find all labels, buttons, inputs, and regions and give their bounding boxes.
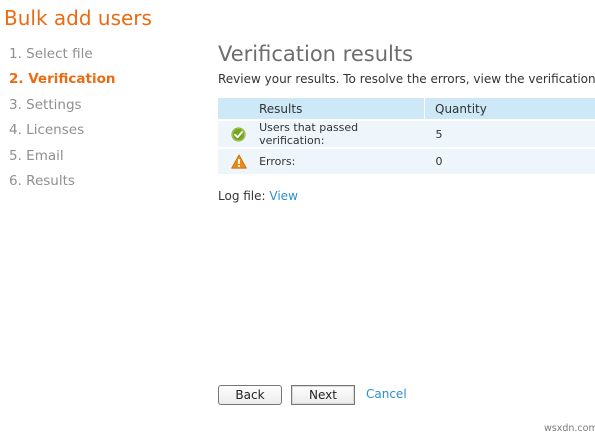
result-label: Errors: — [259, 155, 296, 168]
result-label: Users that passed verification: — [259, 121, 359, 147]
result-quantity: 0 — [435, 155, 443, 168]
step-email: 5. Email — [9, 147, 64, 164]
step-results: 6. Results — [9, 172, 75, 189]
view-log-link[interactable]: View — [269, 189, 297, 203]
table-row: Users that passed verification: 5 — [218, 120, 595, 148]
column-header-results: Results — [259, 101, 303, 116]
step-select-file: 1. Select file — [9, 46, 93, 62]
warning-triangle-icon — [230, 154, 247, 169]
back-button[interactable]: Back — [218, 385, 282, 405]
wizard-title: Bulk add users — [4, 6, 152, 30]
wizard-steps: 1. Select file 2. Verification 3. Settin… — [9, 44, 115, 196]
next-button[interactable]: Next — [291, 385, 355, 405]
page-heading: Verification results — [218, 42, 414, 66]
cancel-link[interactable]: Cancel — [366, 387, 407, 401]
watermark-text: wsxdn.com — [544, 423, 595, 434]
check-circle-icon — [231, 126, 246, 142]
bulk-add-users-page: Bulk add users 1. Select file 2. Verific… — [0, 0, 595, 436]
step-verification: 2. Verification — [9, 71, 116, 88]
step-licenses: 4. Licenses — [9, 122, 85, 139]
page-subtitle: Review your results. To resolve the erro… — [218, 72, 595, 86]
step-settings: 3. Settings — [9, 96, 82, 113]
table-row: Errors: 0 — [218, 148, 595, 174]
log-file-label: Log file: — [218, 189, 266, 203]
column-header-quantity: Quantity — [424, 98, 595, 120]
result-quantity: 5 — [435, 127, 443, 141]
verification-results-table: Results Quantity Users that passed verif… — [218, 98, 595, 174]
table-header-row: Results Quantity — [218, 98, 595, 120]
log-file-line: Log file: View — [218, 189, 298, 203]
